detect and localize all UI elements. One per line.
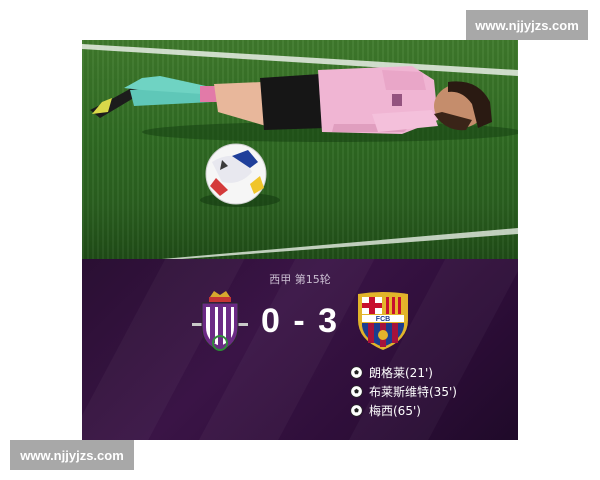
home-score: 0 [260, 302, 282, 340]
league-round-label: 西甲 第15轮 [269, 273, 331, 286]
fc-barcelona-crest-icon: FCB [358, 292, 408, 350]
crest-text: FCB [376, 316, 390, 323]
scorer-text: 朗格莱(21') [369, 366, 433, 380]
player [90, 66, 492, 134]
match-result-panel: 西甲 第15轮 0 - 3 FCB 朗格莱(21') 布莱斯维特(35') 梅西… [82, 259, 518, 440]
scorers-list: 朗格莱(21') 布莱斯维特(35') 梅西(65') [350, 363, 457, 420]
scorer-item: 梅西(65') [350, 401, 457, 420]
scorer-text: 布莱斯维特(35') [369, 385, 457, 399]
match-card: 西甲 第15轮 0 - 3 FCB 朗格莱(21') 布莱斯维特(35') 梅西… [82, 40, 518, 440]
real-valladolid-crest-icon [192, 291, 248, 352]
scorer-item: 布莱斯维特(35') [350, 382, 457, 401]
soccer-ball-illustration [205, 143, 267, 205]
match-photo [82, 40, 518, 259]
away-score: 3 [318, 302, 340, 340]
score-separator: - [293, 302, 307, 340]
player-on-pitch-illustration [82, 44, 518, 259]
final-score: 0 - 3 [248, 302, 352, 341]
scorer-text: 梅西(65') [369, 404, 421, 418]
pitch-line-top [82, 44, 518, 76]
watermark-bottom: www.njjyjzs.com [10, 440, 134, 470]
soccer-ball-icon [350, 404, 363, 417]
soccer-ball-icon [350, 385, 363, 398]
soccer-ball-icon [350, 366, 363, 379]
pitch-line-bottom [162, 228, 518, 259]
scorer-item: 朗格莱(21') [350, 363, 457, 382]
watermark-top: www.njjyjzs.com [466, 10, 588, 40]
